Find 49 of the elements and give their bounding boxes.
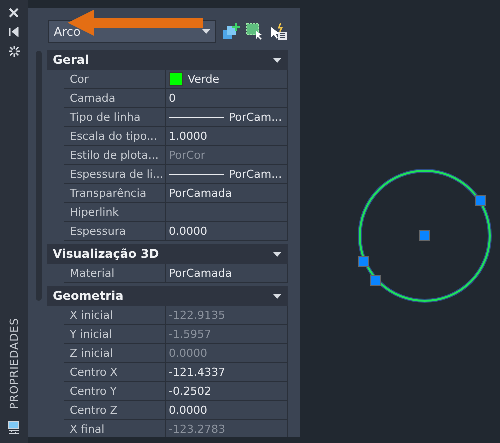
property-value[interactable]: 0 xyxy=(166,89,288,107)
property-value[interactable]: PorCam... xyxy=(166,108,288,126)
section-header[interactable]: Geral xyxy=(47,50,288,70)
property-value: 0.0000 xyxy=(166,344,288,362)
linetype-sample xyxy=(169,116,224,118)
property-label: Espessura xyxy=(64,222,166,240)
section-header[interactable]: Geometria xyxy=(47,286,288,306)
select-objects-icon[interactable] xyxy=(246,22,264,40)
property-label: Tipo de linha xyxy=(64,108,166,126)
property-value: -123.2783 xyxy=(166,420,288,437)
settings-icon[interactable] xyxy=(8,46,20,57)
collapse-icon xyxy=(273,58,282,62)
property-value[interactable]: 1.0000 xyxy=(166,127,288,145)
palette-title: PROPRIEDADES xyxy=(8,318,20,410)
property-value[interactable]: 0.0000 xyxy=(166,401,288,419)
collapse-icon xyxy=(273,252,282,256)
property-value[interactable]: Verde xyxy=(166,70,288,88)
close-icon[interactable] xyxy=(9,8,19,18)
property-label: Hiperlink xyxy=(64,203,166,221)
property-value[interactable]: -0.2502 xyxy=(166,382,288,400)
property-label: Z inicial xyxy=(64,344,166,362)
property-label: Espessura de li... xyxy=(64,165,166,183)
property-label: Cor xyxy=(64,70,166,88)
pickadd-icon[interactable] xyxy=(270,22,288,40)
property-value[interactable]: PorCamada xyxy=(166,184,288,202)
property-label: Centro Y xyxy=(64,382,166,400)
property-label: Estilo de plota... xyxy=(64,146,166,164)
quick-select-icon[interactable] xyxy=(222,22,240,40)
property-label: Transparência xyxy=(64,184,166,202)
property-label: X inicial xyxy=(64,306,166,324)
property-label: Material xyxy=(64,264,166,282)
collapse-icon xyxy=(273,294,282,298)
property-label: Camada xyxy=(64,89,166,107)
property-label: Y inicial xyxy=(64,325,166,343)
property-label: Escala do tipo... xyxy=(64,127,166,145)
property-value[interactable]: PorCam... xyxy=(166,165,288,183)
property-label: Centro Z xyxy=(64,401,166,419)
caret-icon xyxy=(202,29,211,34)
property-value: -122.9135 xyxy=(166,306,288,324)
property-value[interactable]: -121.4337 xyxy=(166,363,288,381)
properties-icon[interactable] xyxy=(8,421,20,435)
property-label: X final xyxy=(64,420,166,437)
section-header[interactable]: Visualização 3D xyxy=(47,244,288,264)
property-label: Centro X xyxy=(64,363,166,381)
property-value[interactable]: 0.0000 xyxy=(166,222,288,240)
scrollbar[interactable] xyxy=(36,51,42,301)
property-value: PorCor xyxy=(166,146,288,164)
property-value: -1.5957 xyxy=(166,325,288,343)
property-value[interactable]: PorCamada xyxy=(166,264,288,282)
